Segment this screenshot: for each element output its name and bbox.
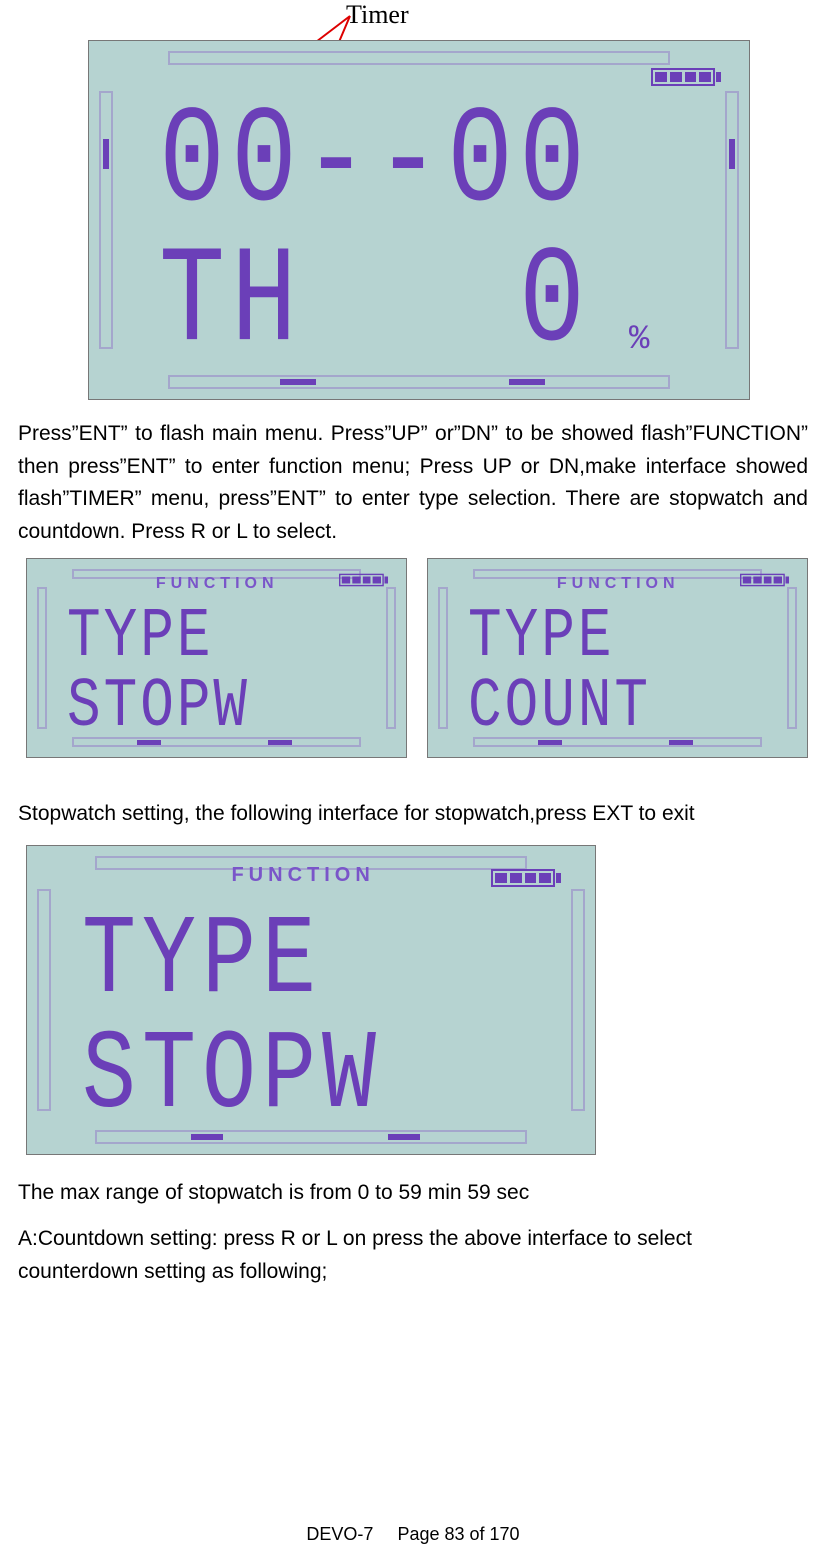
lcd-screenshot-type-count: FUNCTION TYPE COUNT bbox=[427, 558, 808, 758]
lcd-line-2-right: 0 bbox=[519, 225, 591, 381]
page-footer: DEVO-7 Page 83 of 170 bbox=[0, 1524, 826, 1545]
lcd-frame-bar bbox=[37, 889, 51, 1111]
battery-icon bbox=[740, 573, 789, 587]
lcd-frame-bar bbox=[99, 91, 113, 349]
lcd-line-2: COUNT bbox=[468, 666, 651, 746]
percent-icon: % bbox=[629, 321, 649, 359]
lcd-line-1: TYPE bbox=[82, 898, 322, 1026]
battery-icon bbox=[651, 67, 721, 87]
function-label: FUNCTION bbox=[231, 864, 374, 887]
instruction-paragraph-4: A:Countdown setting: press R or L on pre… bbox=[18, 1223, 808, 1288]
lcd-pair-row: FUNCTION TYPE STOPW FUNCTION TYPE COUNT bbox=[26, 558, 808, 758]
lcd-screenshot-type-stopw-large: FUNCTION TYPE STOPW bbox=[26, 845, 596, 1155]
lcd-line-1: TYPE bbox=[468, 596, 614, 676]
lcd-screenshot-timer: 00--00 TH 0 % bbox=[88, 40, 750, 400]
timer-callout-row: Timer bbox=[18, 0, 808, 40]
instruction-paragraph-1: Press”ENT” to flash main menu. Press”UP”… bbox=[18, 418, 808, 548]
lcd-line-1: TYPE bbox=[67, 596, 213, 676]
lcd-frame-bar bbox=[386, 587, 396, 730]
lcd-screenshot-type-stopw: FUNCTION TYPE STOPW bbox=[26, 558, 407, 758]
instruction-paragraph-2: Stopwatch setting, the following interfa… bbox=[18, 798, 808, 831]
lcd-line-2-left: TH bbox=[159, 225, 303, 381]
instruction-paragraph-3: The max range of stopwatch is from 0 to … bbox=[18, 1177, 808, 1210]
lcd-frame-bar bbox=[787, 587, 797, 730]
lcd-frame-bar bbox=[571, 889, 585, 1111]
function-label: FUNCTION bbox=[557, 575, 680, 593]
footer-model: DEVO-7 bbox=[306, 1524, 373, 1544]
lcd-line-2: STOPW bbox=[82, 1013, 382, 1141]
timer-label: Timer bbox=[346, 0, 409, 30]
lcd-frame-bar bbox=[168, 51, 670, 65]
function-label: FUNCTION bbox=[156, 575, 279, 593]
lcd-frame-bar bbox=[37, 587, 47, 730]
lcd-frame-bar bbox=[725, 91, 739, 349]
lcd-frame-bar bbox=[438, 587, 448, 730]
battery-icon bbox=[339, 573, 388, 587]
lcd-line-1: 00--00 bbox=[159, 85, 591, 241]
footer-page-number: Page 83 of 170 bbox=[397, 1524, 519, 1544]
battery-icon bbox=[491, 868, 561, 888]
lcd-line-2: STOPW bbox=[67, 666, 250, 746]
